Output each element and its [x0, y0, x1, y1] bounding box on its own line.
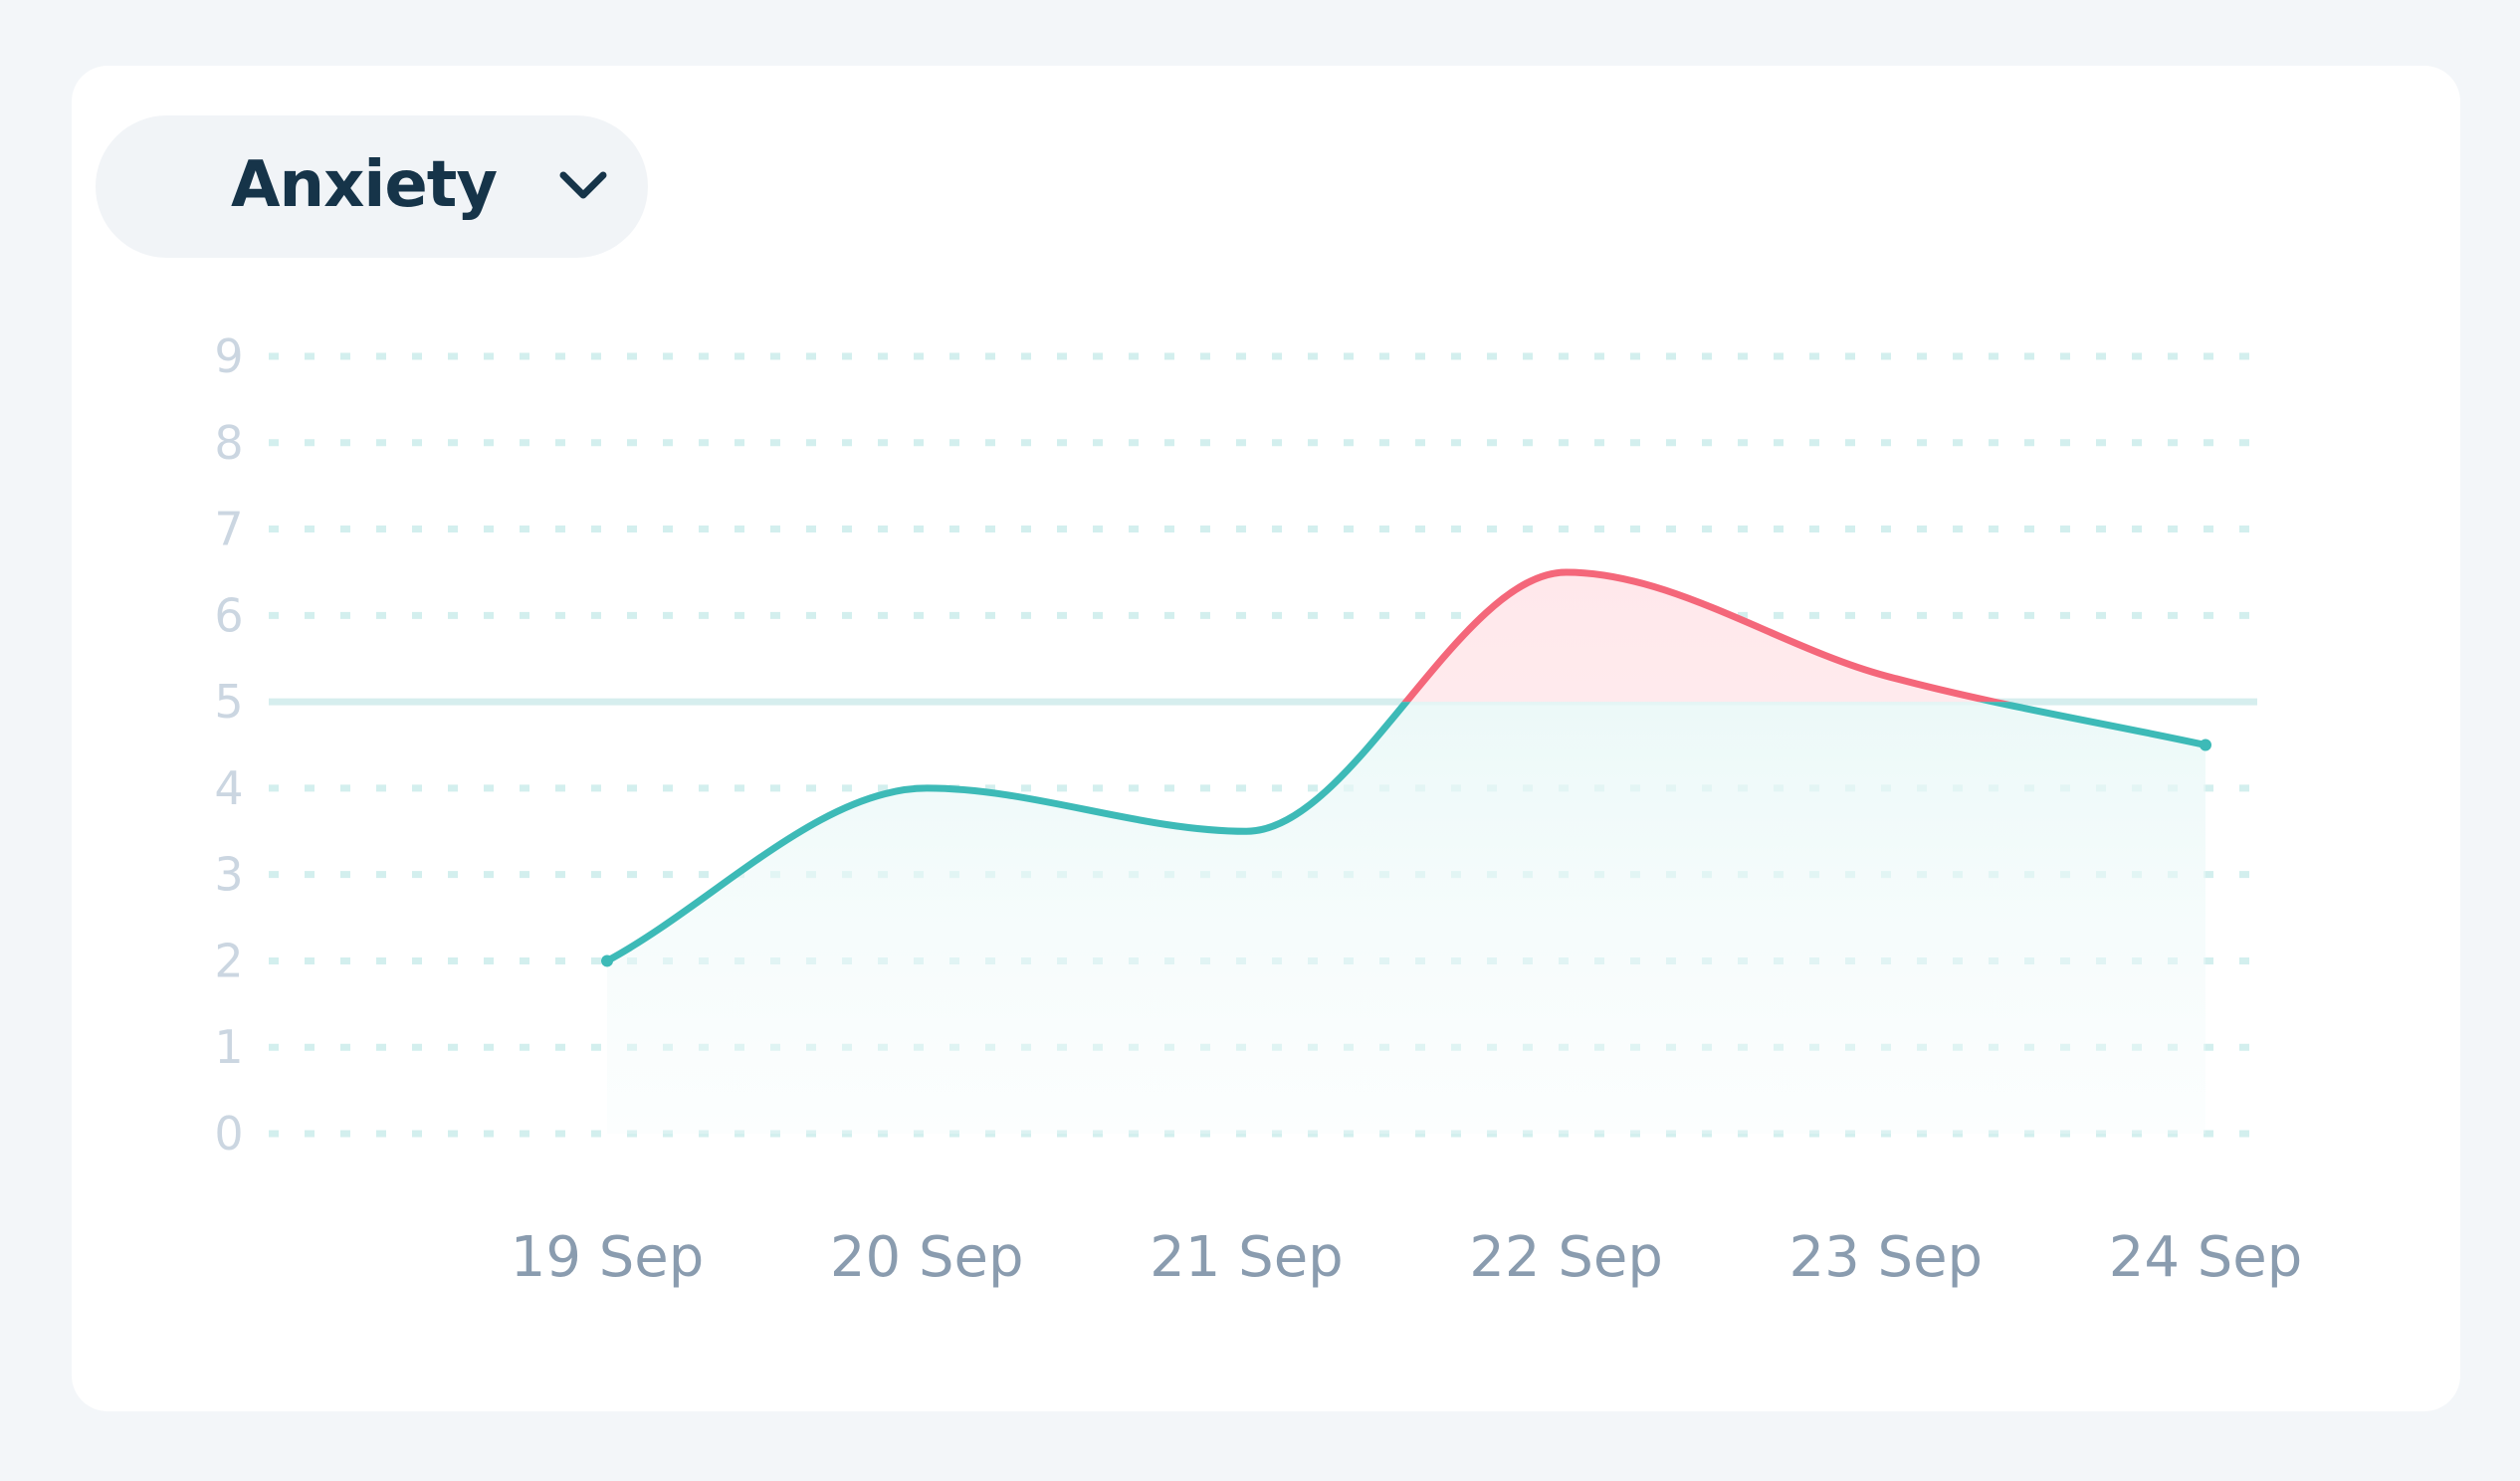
y-tick-label: 1: [214, 1020, 243, 1074]
x-tick-label: 22 Sep: [1469, 1225, 1663, 1290]
y-tick-label: 9: [214, 329, 243, 383]
y-tick-label: 4: [214, 761, 243, 815]
data-point: [2200, 739, 2211, 751]
x-tick-label: 24 Sep: [2109, 1225, 2303, 1290]
y-axis: 0 1 2 3 4 5 6 7 8 9: [214, 329, 243, 1161]
x-axis: 19 Sep 20 Sep 21 Sep 22 Sep 23 Sep 24 Sep: [511, 1225, 2303, 1290]
y-tick-label: 7: [214, 503, 243, 556]
data-point: [601, 954, 613, 967]
anxiety-line-chart: 0 1 2 3 4 5 6 7 8 9 19 Sep 20 Sep 21 Sep 22 Sep 23 Se…: [214, 329, 2303, 1290]
y-tick-label: 5: [214, 675, 243, 729]
y-tick-label: 2: [214, 934, 243, 987]
x-tick-label: 21 Sep: [1150, 1225, 1344, 1290]
y-tick-label: 6: [214, 588, 243, 642]
y-tick-label: 0: [214, 1107, 243, 1161]
area-layer: [607, 571, 2205, 1134]
x-tick-label: 19 Sep: [511, 1225, 705, 1290]
x-tick-label: 23 Sep: [1788, 1225, 1983, 1290]
x-tick-label: 20 Sep: [830, 1225, 1024, 1290]
y-tick-label: 3: [214, 848, 243, 902]
y-tick-label: 8: [214, 416, 243, 470]
area-below-threshold: [607, 702, 2205, 1134]
